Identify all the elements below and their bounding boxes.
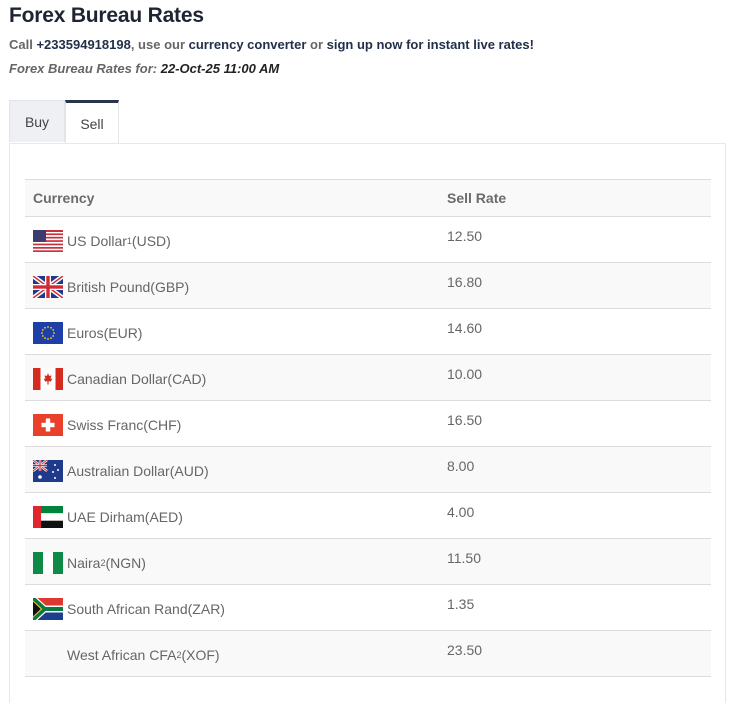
currency-name: Swiss Franc — [67, 416, 144, 433]
flag-eu-icon — [33, 321, 63, 344]
rates-date-line: Forex Bureau Rates for: 22-Oct-25 11:00 … — [9, 61, 279, 76]
currency-code: (AED) — [144, 508, 183, 525]
rates-table: Currency Sell Rate US Dollar 1 (USD) 12.5… — [25, 179, 711, 677]
table-row: Swiss Franc (CHF) 16.50 — [25, 400, 711, 447]
use-our-text: , use our — [130, 37, 189, 52]
table-row: UAE Dirham (AED) 4.00 — [25, 492, 711, 539]
tab-buy[interactable]: Buy — [9, 100, 65, 142]
currency-cell: Canadian Dollar (CAD) — [25, 354, 439, 401]
flag-ch-icon — [33, 413, 63, 436]
currency-code: (NGN) — [105, 554, 146, 571]
currency-code: (CHF) — [143, 416, 182, 433]
page-title: Forex Bureau Rates — [9, 4, 204, 27]
rate-cell: 12.50 — [439, 216, 711, 263]
signup-link[interactable]: sign up now for instant live rates! — [327, 37, 534, 52]
currency-cell: Euros (EUR) — [25, 308, 439, 355]
date-value: 22-Oct-25 11:00 AM — [160, 61, 280, 76]
currency-code: (XOF) — [181, 646, 220, 663]
flag-za-icon — [33, 597, 63, 620]
currency-cell: UAE Dirham (AED) — [25, 492, 439, 539]
currency-name: Naira — [67, 554, 101, 571]
currency-name: Canadian Dollar — [67, 370, 168, 387]
rate-cell: 10.00 — [439, 354, 711, 401]
table-row: Canadian Dollar (CAD) 10.00 — [25, 354, 711, 401]
date-label: Forex Bureau Rates for: — [9, 61, 158, 76]
rate-cell: 1.35 — [439, 584, 711, 631]
table-row: Australian Dollar (AUD) 8.00 — [25, 446, 711, 493]
currency-name: UAE Dirham — [67, 508, 145, 525]
or-text: or — [306, 37, 327, 52]
call-line: Call +233594918198, use our currency con… — [9, 37, 534, 52]
currency-code: (AUD) — [169, 462, 209, 479]
flag-us-icon — [33, 229, 63, 252]
flag-ca-icon — [33, 367, 63, 390]
currency-code: (CAD) — [167, 370, 207, 387]
rate-cell: 11.50 — [439, 538, 711, 585]
table-row: US Dollar 1 (USD) 12.50 — [25, 216, 711, 263]
table-row: British Pound (GBP) 16.80 — [25, 262, 711, 309]
column-header-rate: Sell Rate — [439, 179, 711, 217]
rate-cell: 16.80 — [439, 262, 711, 309]
rate-cell: 8.00 — [439, 446, 711, 493]
call-prefix: Call — [9, 37, 37, 52]
currency-cell: West African CFA 2 (XOF) — [25, 630, 439, 677]
tab-sell[interactable]: Sell — [65, 100, 119, 144]
flag-au-icon — [33, 459, 63, 482]
currency-code: (ZAR) — [187, 600, 225, 617]
currency-code: (USD) — [131, 232, 171, 249]
currency-name: Australian Dollar — [67, 462, 170, 479]
column-header-currency: Currency — [25, 179, 439, 217]
table-row: Euros (EUR) 14.60 — [25, 308, 711, 355]
rate-cell: 14.60 — [439, 308, 711, 355]
flag-xof-icon — [33, 643, 63, 666]
currency-cell: South African Rand (ZAR) — [25, 584, 439, 631]
table-row: South African Rand (ZAR) 1.35 — [25, 584, 711, 631]
rate-cell: 16.50 — [439, 400, 711, 447]
phone-link[interactable]: +233594918198 — [36, 37, 130, 52]
table-header-row: Currency Sell Rate — [25, 179, 711, 217]
rate-tabs: Buy Sell — [9, 100, 119, 144]
rate-cell: 4.00 — [439, 492, 711, 539]
flag-ae-icon — [33, 505, 63, 528]
flag-gb-icon — [33, 275, 63, 298]
currency-converter-link[interactable]: currency converter — [189, 37, 307, 52]
currency-cell: British Pound (GBP) — [25, 262, 439, 309]
currency-code: (GBP) — [150, 278, 190, 295]
currency-cell: Naira 2 (NGN) — [25, 538, 439, 585]
table-row: Naira 2 (NGN) 11.50 — [25, 538, 711, 585]
flag-ng-icon — [33, 551, 63, 574]
currency-cell: Swiss Franc (CHF) — [25, 400, 439, 447]
currency-name: US Dollar — [67, 232, 127, 249]
rate-cell: 23.50 — [439, 630, 711, 677]
currency-cell: US Dollar 1 (USD) — [25, 216, 439, 263]
currency-name: South African Rand — [67, 600, 188, 617]
currency-name: Euros — [67, 324, 104, 341]
currency-code: (EUR) — [103, 324, 143, 341]
table-row: West African CFA 2 (XOF) 23.50 — [25, 630, 711, 677]
currency-name: West African CFA — [67, 646, 177, 663]
currency-name: British Pound — [67, 278, 151, 295]
currency-cell: Australian Dollar (AUD) — [25, 446, 439, 493]
